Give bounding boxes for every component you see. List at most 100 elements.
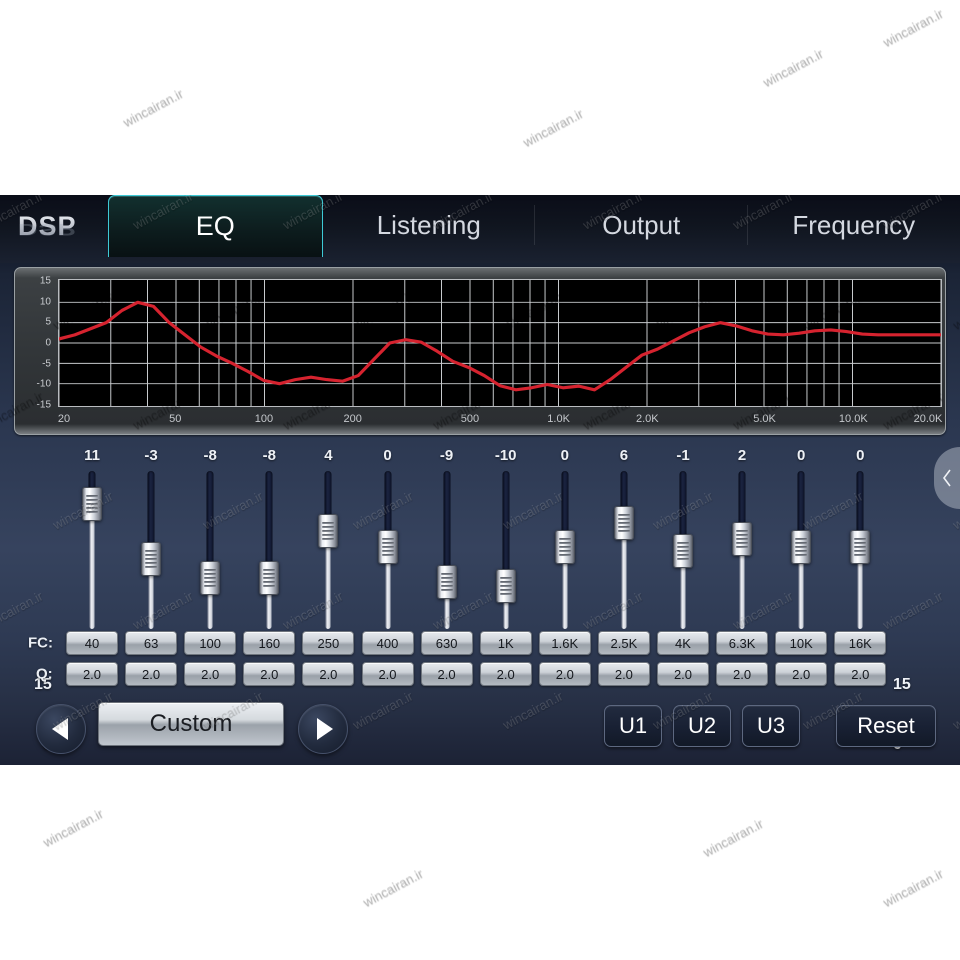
tab-bar: DSP DSP EQ Listening Output Frequency: [0, 195, 960, 263]
slider-handle[interactable]: [732, 522, 753, 557]
triangle-left-icon: [51, 718, 68, 740]
dsp-logo-reflection: DSP: [18, 220, 77, 239]
preset-prev-button[interactable]: [36, 704, 86, 754]
slider-handle[interactable]: [850, 530, 871, 564]
preset-name-label: Custom: [149, 710, 233, 737]
preset-next-button[interactable]: [298, 704, 348, 754]
tab-listening-label: Listening: [376, 209, 481, 240]
q-cell-band-14[interactable]: 2.0: [834, 662, 887, 686]
fc-cell-band-2[interactable]: 63: [125, 631, 178, 655]
slider-handle[interactable]: [200, 561, 221, 596]
eq-gain-value: 0: [797, 447, 806, 464]
graph-y-tick: -15: [36, 399, 51, 411]
preset-name-button[interactable]: Custom: [98, 702, 284, 746]
slider-handle[interactable]: [791, 530, 812, 564]
q-cell-band-3[interactable]: 2.0: [184, 662, 237, 686]
reset-button[interactable]: Reset: [836, 705, 936, 747]
user-preset-u3-button[interactable]: U3: [742, 705, 800, 747]
eq-gain-value: 6: [619, 447, 629, 464]
eq-slider-band-5[interactable]: [315, 471, 341, 629]
eq-gain-value: -8: [203, 447, 217, 464]
q-cell-band-5[interactable]: 2.0: [302, 662, 355, 686]
eq-slider-band-13[interactable]: [788, 471, 814, 629]
slider-handle[interactable]: [259, 561, 280, 596]
eq-slider-band-8[interactable]: [493, 471, 519, 629]
q-cell-band-2[interactable]: 2.0: [125, 662, 178, 686]
q-cell-band-9[interactable]: 2.0: [538, 662, 591, 686]
fc-cell-band-9[interactable]: 1.6K: [538, 631, 591, 655]
watermark-text: wincairan.ir: [880, 5, 946, 50]
slider-handle[interactable]: [377, 530, 398, 564]
fc-cell-band-5[interactable]: 250: [302, 631, 355, 655]
tab-output[interactable]: Output: [535, 195, 748, 255]
eq-slider-band-11[interactable]: [670, 471, 696, 629]
fc-cell-band-7[interactable]: 630: [420, 631, 473, 655]
q-cell-band-6[interactable]: 2.0: [361, 662, 414, 686]
tab-frequency-label: Frequency: [792, 209, 916, 240]
q-cell-band-1[interactable]: 2.0: [66, 662, 118, 686]
eq-slider-band-1[interactable]: [79, 471, 105, 629]
graph-x-tick: 2.0K: [636, 413, 659, 425]
eq-slider-band-9[interactable]: [552, 471, 578, 629]
eq-gain-value: -3: [144, 447, 158, 464]
eq-slider-band-2[interactable]: [138, 471, 164, 629]
graph-y-tick: 10: [39, 296, 51, 308]
fc-cell-band-4[interactable]: 160: [243, 631, 296, 655]
eq-slider-band-6[interactable]: [375, 471, 401, 629]
fc-cell-band-1[interactable]: 40: [66, 631, 118, 655]
fc-cell-band-12[interactable]: 6.3K: [716, 631, 769, 655]
tab-frequency[interactable]: Frequency: [748, 195, 960, 255]
q-cell-band-8[interactable]: 2.0: [479, 662, 532, 686]
graph-x-tick: 50: [169, 413, 182, 425]
eq-gain-value: 0: [856, 447, 865, 464]
dsp-eq-app: DSP DSP EQ Listening Output Frequency 15…: [0, 195, 960, 765]
watermark-text: wincairan.ir: [950, 288, 960, 333]
q-cell-band-12[interactable]: 2.0: [716, 662, 769, 686]
eq-response-graph: 15 10 5 0 -5 -10 -15 20 50 100 200 500 1.0K 2.0K 5.0K…: [14, 267, 946, 435]
q-cell-band-4[interactable]: 2.0: [243, 662, 296, 686]
slider-handle[interactable]: [318, 514, 339, 549]
fc-cell-band-14[interactable]: 16K: [834, 631, 887, 655]
fc-cell-band-11[interactable]: 4K: [657, 631, 709, 655]
eq-slider-band-12[interactable]: [729, 471, 755, 629]
slider-handle[interactable]: [673, 533, 693, 568]
fc-cell-band-8[interactable]: 1K: [479, 631, 532, 655]
fc-cell-band-10[interactable]: 2.5K: [597, 631, 650, 655]
eq-slider-band-10[interactable]: [611, 471, 637, 629]
q-cell-band-10[interactable]: 2.0: [597, 662, 650, 686]
slider-handle[interactable]: [82, 486, 102, 521]
fc-cell-band-3[interactable]: 100: [184, 631, 237, 655]
eq-gain-value: -8: [262, 447, 276, 464]
graph-y-tick: -5: [42, 358, 51, 370]
eq-slider-bank[interactable]: [0, 471, 960, 629]
slider-handle[interactable]: [495, 569, 516, 604]
watermark-text: wincairan.ir: [700, 815, 766, 860]
eq-slider-band-4[interactable]: [256, 471, 282, 629]
fc-row-label: FC:: [28, 634, 53, 652]
graph-y-tick: -10: [36, 378, 51, 390]
watermark-text: wincairan.ir: [520, 105, 586, 150]
eq-gain-value: 2: [737, 447, 747, 464]
tab-eq[interactable]: EQ: [108, 195, 323, 257]
user-preset-u1-button[interactable]: U1: [604, 705, 662, 747]
triangle-right-icon: [316, 718, 333, 740]
slider-handle[interactable]: [554, 530, 575, 564]
fc-cell-band-13[interactable]: 10K: [775, 631, 828, 655]
eq-slider-band-14[interactable]: [847, 471, 873, 629]
q-cell-band-11[interactable]: 2.0: [657, 662, 709, 686]
graph-y-tick: 0: [45, 337, 51, 349]
tab-listening[interactable]: Listening: [323, 195, 535, 255]
slider-handle[interactable]: [141, 541, 162, 576]
slider-track-lower: [89, 505, 95, 629]
fc-cell-band-6[interactable]: 400: [361, 631, 414, 655]
slider-handle[interactable]: [436, 565, 457, 600]
eq-gain-value: -9: [439, 447, 454, 464]
q-cell-band-13[interactable]: 2.0: [775, 662, 828, 686]
bottom-control-bar: Custom U1 U2 U3 Reset: [0, 687, 960, 765]
eq-slider-band-7[interactable]: [434, 471, 460, 629]
graph-x-tick: 20.0K: [913, 413, 943, 425]
user-preset-u2-button[interactable]: U2: [673, 705, 731, 747]
eq-slider-band-3[interactable]: [197, 471, 223, 629]
slider-handle[interactable]: [613, 506, 634, 541]
q-cell-band-7[interactable]: 2.0: [420, 662, 473, 686]
